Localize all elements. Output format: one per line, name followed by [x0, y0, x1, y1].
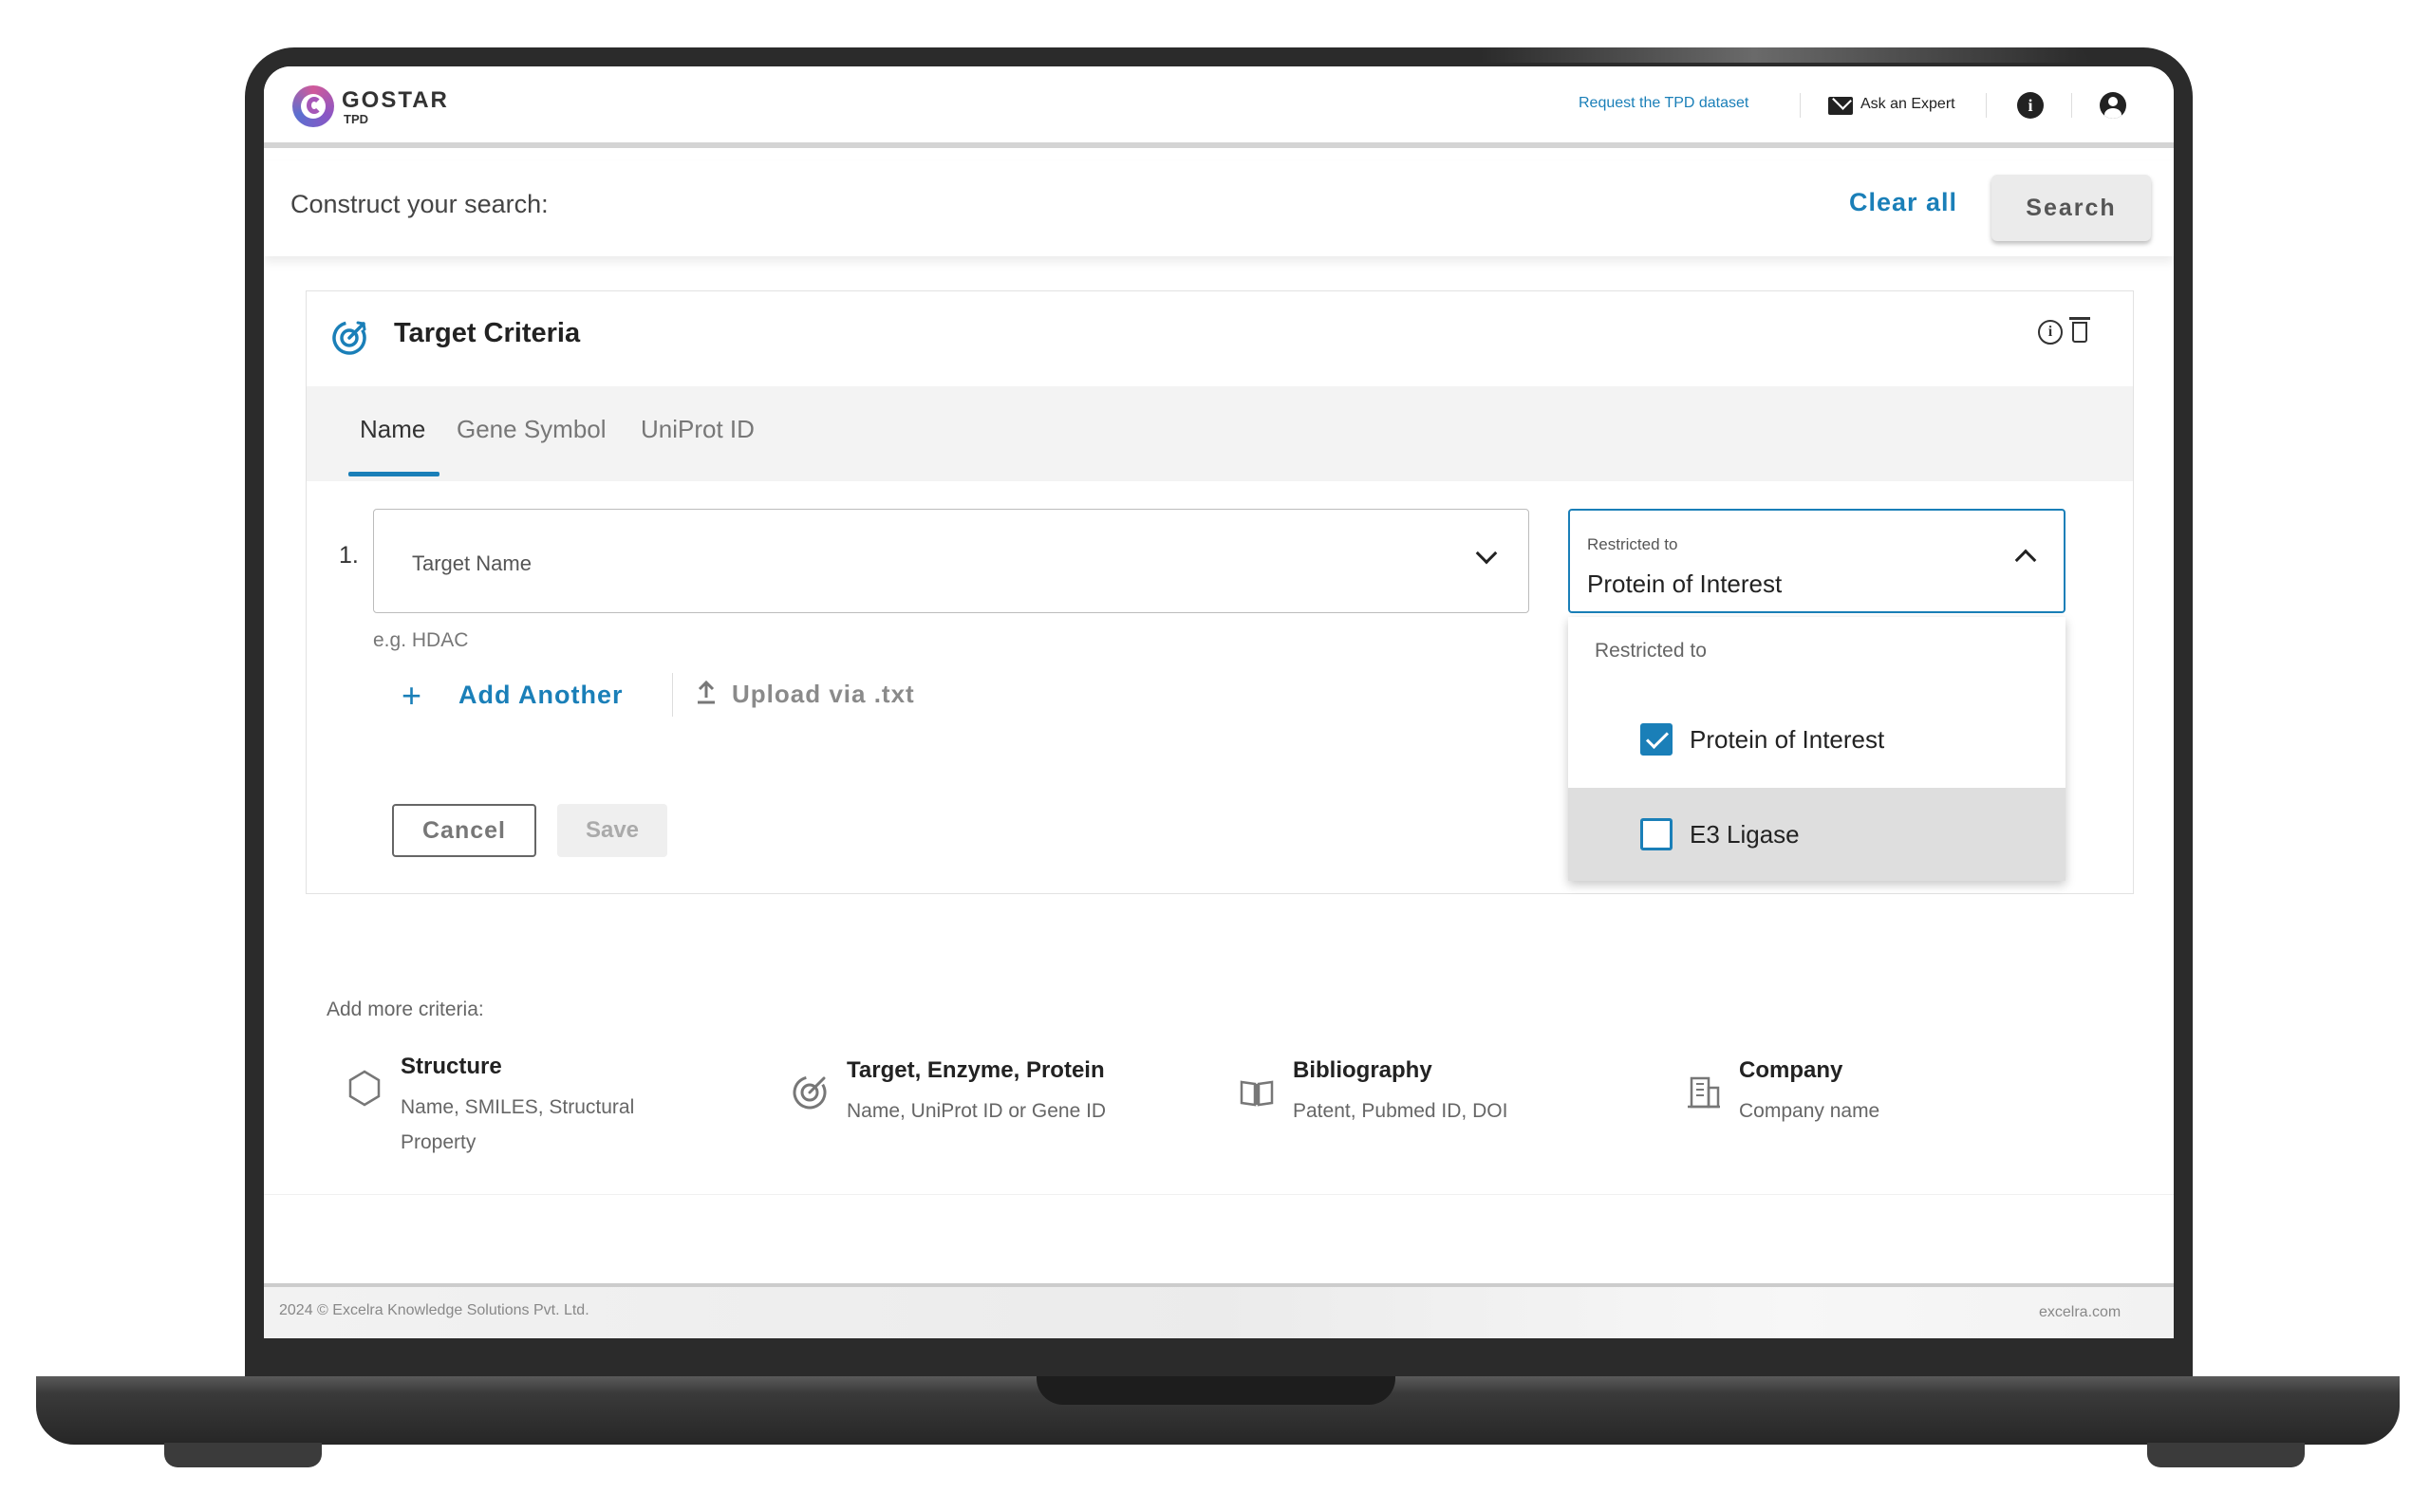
target-name-select[interactable]: Target Name — [373, 509, 1529, 613]
option-label: E3 Ligase — [1690, 820, 1800, 849]
tab-name[interactable]: Name — [360, 415, 425, 444]
target-icon — [793, 1075, 827, 1110]
content-divider — [264, 1194, 2174, 1195]
tab-uniprot-id[interactable]: UniProt ID — [641, 415, 755, 444]
brand-name: GOSTAR — [342, 87, 449, 113]
action-divider — [672, 673, 673, 717]
target-name-placeholder: Target Name — [412, 551, 532, 575]
ask-expert-link[interactable]: Ask an Expert — [1860, 96, 1955, 113]
laptop-notch — [1037, 1376, 1395, 1405]
delete-criteria-icon[interactable] — [2069, 317, 2090, 343]
option-protein-of-interest[interactable]: Protein of Interest — [1568, 693, 2066, 786]
restricted-to-menu: Restricted to Protein of Interest E3 Lig… — [1568, 617, 2066, 881]
laptop-foot-left — [164, 1443, 322, 1467]
clear-all-button[interactable]: Clear all — [1849, 188, 1957, 217]
building-icon — [1688, 1076, 1720, 1109]
save-button[interactable]: Save — [557, 804, 667, 857]
app-header: GOSTAR TPD Request the TPD dataset Ask a… — [264, 66, 2174, 148]
chevron-up-icon[interactable] — [2014, 549, 2037, 571]
chevron-down-icon[interactable] — [1475, 542, 1498, 565]
criteria-option-subtitle: Patent, Pubmed ID, DOI — [1293, 1100, 1508, 1122]
add-more-criteria-label: Add more criteria: — [327, 999, 484, 1020]
restricted-to-value: Protein of Interest — [1587, 569, 1783, 598]
upload-icon[interactable] — [696, 679, 717, 705]
target-icon — [332, 321, 366, 355]
criteria-option-title: Bibliography — [1293, 1057, 1432, 1083]
hexagon-icon — [348, 1070, 381, 1107]
criteria-option-subtitle: Company name — [1739, 1100, 1880, 1122]
plus-icon[interactable]: + — [402, 677, 421, 715]
active-tab-indicator — [348, 472, 439, 476]
input-hint: e.g. HDAC — [373, 629, 469, 651]
criteria-option-title: Company — [1739, 1057, 1843, 1083]
checkbox-checked-icon[interactable] — [1640, 723, 1673, 756]
criteria-info-icon[interactable]: i — [2038, 320, 2063, 345]
option-e3-ligase[interactable]: E3 Ligase — [1568, 788, 2066, 881]
option-label: Protein of Interest — [1690, 725, 1885, 754]
copyright-text: 2024 © Excelra Knowledge Solutions Pvt. … — [279, 1302, 589, 1318]
laptop-foot-right — [2147, 1443, 2305, 1467]
header-divider — [1800, 93, 1801, 118]
lid-highlight — [1481, 47, 2088, 63]
criteria-option-title: Target, Enzyme, Protein — [847, 1057, 1105, 1083]
construct-label: Construct your search: — [290, 190, 549, 218]
search-button[interactable]: Search — [1991, 175, 2151, 241]
construct-search-bar: Construct your search: Clear all Search — [264, 161, 2174, 256]
info-icon[interactable]: i — [2017, 92, 2044, 119]
company-site-link[interactable]: excelra.com — [2039, 1304, 2121, 1321]
criteria-tabs: Name Gene Symbol UniProt ID — [307, 386, 2133, 481]
header-divider — [1986, 93, 1987, 118]
row-number: 1. — [339, 542, 359, 569]
user-account-icon[interactable] — [2100, 92, 2126, 119]
restricted-to-label: Restricted to — [1587, 535, 1678, 553]
add-another-button[interactable]: Add Another — [458, 681, 623, 710]
checkbox-unchecked-icon[interactable] — [1640, 818, 1673, 850]
menu-header: Restricted to — [1595, 640, 1707, 662]
criteria-title: Target Criteria — [394, 318, 581, 348]
request-dataset-link[interactable]: Request the TPD dataset — [1579, 95, 1748, 112]
app-footer: 2024 © Excelra Knowledge Solutions Pvt. … — [264, 1283, 2174, 1338]
app-screen: GOSTAR TPD Request the TPD dataset Ask a… — [264, 66, 2174, 1338]
mail-icon[interactable] — [1828, 97, 1853, 115]
restricted-to-select[interactable]: Restricted to Protein of Interest — [1568, 509, 2066, 613]
gostar-logo-icon[interactable] — [292, 85, 334, 127]
header-divider — [2071, 93, 2072, 118]
criteria-option-subtitle: Name, UniProt ID or Gene ID — [847, 1100, 1107, 1122]
upload-txt-button[interactable]: Upload via .txt — [732, 680, 915, 709]
criteria-option-title: Structure — [401, 1054, 502, 1079]
criteria-option-subtitle: Name, SMILES, Structural Property — [401, 1096, 635, 1153]
book-icon — [1240, 1080, 1274, 1107]
cancel-button[interactable]: Cancel — [392, 804, 536, 857]
brand-sub: TPD — [344, 112, 368, 126]
tab-gene-symbol[interactable]: Gene Symbol — [457, 415, 607, 444]
